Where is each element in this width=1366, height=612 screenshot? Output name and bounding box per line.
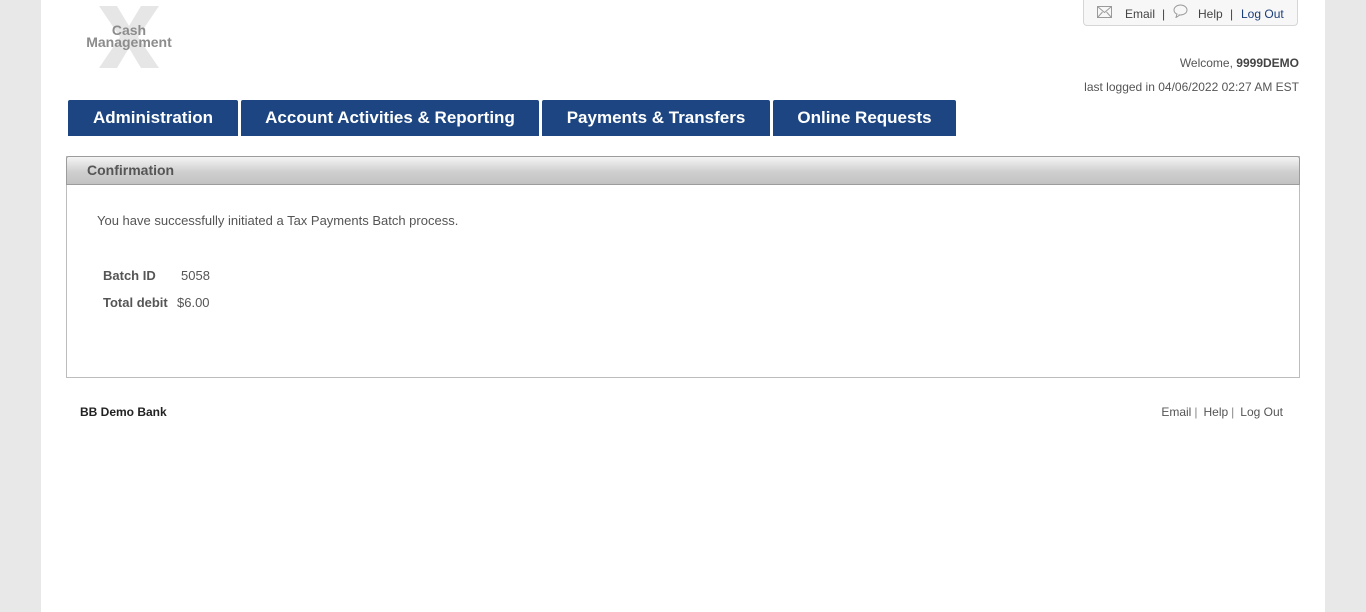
last-logged-in: last logged in 04/06/2022 02:27 AM EST xyxy=(1084,80,1299,94)
top-logout-link[interactable]: Log Out xyxy=(1241,7,1284,21)
confirmation-panel-header: Confirmation xyxy=(66,156,1300,185)
footer-logout-link[interactable]: Log Out xyxy=(1240,405,1283,419)
envelope-icon[interactable] xyxy=(1097,6,1112,21)
logo-text-line2: Management xyxy=(86,34,172,50)
confirmation-message: You have successfully initiated a Tax Pa… xyxy=(97,213,459,228)
confirmation-title: Confirmation xyxy=(87,162,175,178)
footer-separator: | xyxy=(1194,405,1198,419)
top-separator: | xyxy=(1162,7,1166,21)
total-debit-row: Total debit xyxy=(103,295,168,310)
total-debit-value: $6.00 xyxy=(177,295,210,310)
batch-id-value: 5058 xyxy=(181,268,210,283)
welcome-prefix: Welcome, xyxy=(1179,56,1233,70)
top-help-link[interactable]: Help xyxy=(1198,7,1223,21)
tab-account-activities-reporting[interactable]: Account Activities & Reporting xyxy=(241,100,539,136)
confirmation-panel: Confirmation You have successfully initi… xyxy=(66,156,1300,378)
tab-online-requests[interactable]: Online Requests xyxy=(773,100,956,136)
welcome-message: Welcome, 9999DEMO xyxy=(1180,56,1299,70)
footer-bank-name: BB Demo Bank xyxy=(80,405,167,419)
utility-bar: Email | Help | Log Out xyxy=(1083,0,1298,26)
footer-separator: | xyxy=(1231,405,1235,419)
username: 9999DEMO xyxy=(1236,56,1299,70)
total-debit-label: Total debit xyxy=(103,295,168,310)
top-email-link[interactable]: Email xyxy=(1125,7,1155,21)
footer-help-link[interactable]: Help xyxy=(1203,405,1228,419)
footer-email-link[interactable]: Email xyxy=(1161,405,1191,419)
tab-administration[interactable]: Administration xyxy=(68,100,238,136)
footer-links: Email | Help | Log Out xyxy=(1161,405,1283,419)
top-separator: | xyxy=(1230,7,1234,21)
help-bubble-icon[interactable] xyxy=(1173,4,1188,21)
batch-id-row: Batch ID xyxy=(103,268,156,283)
batch-id-label: Batch ID xyxy=(103,268,156,283)
page-container: Cash Management Email | Help | Log Out W… xyxy=(41,0,1325,612)
total-debit-value-cell: $6.00 xyxy=(177,295,210,310)
tab-payments-transfers[interactable]: Payments & Transfers xyxy=(542,100,770,136)
batch-id-value-cell: 5058 xyxy=(181,268,210,283)
cash-management-logo[interactable]: Cash Management xyxy=(79,6,179,68)
